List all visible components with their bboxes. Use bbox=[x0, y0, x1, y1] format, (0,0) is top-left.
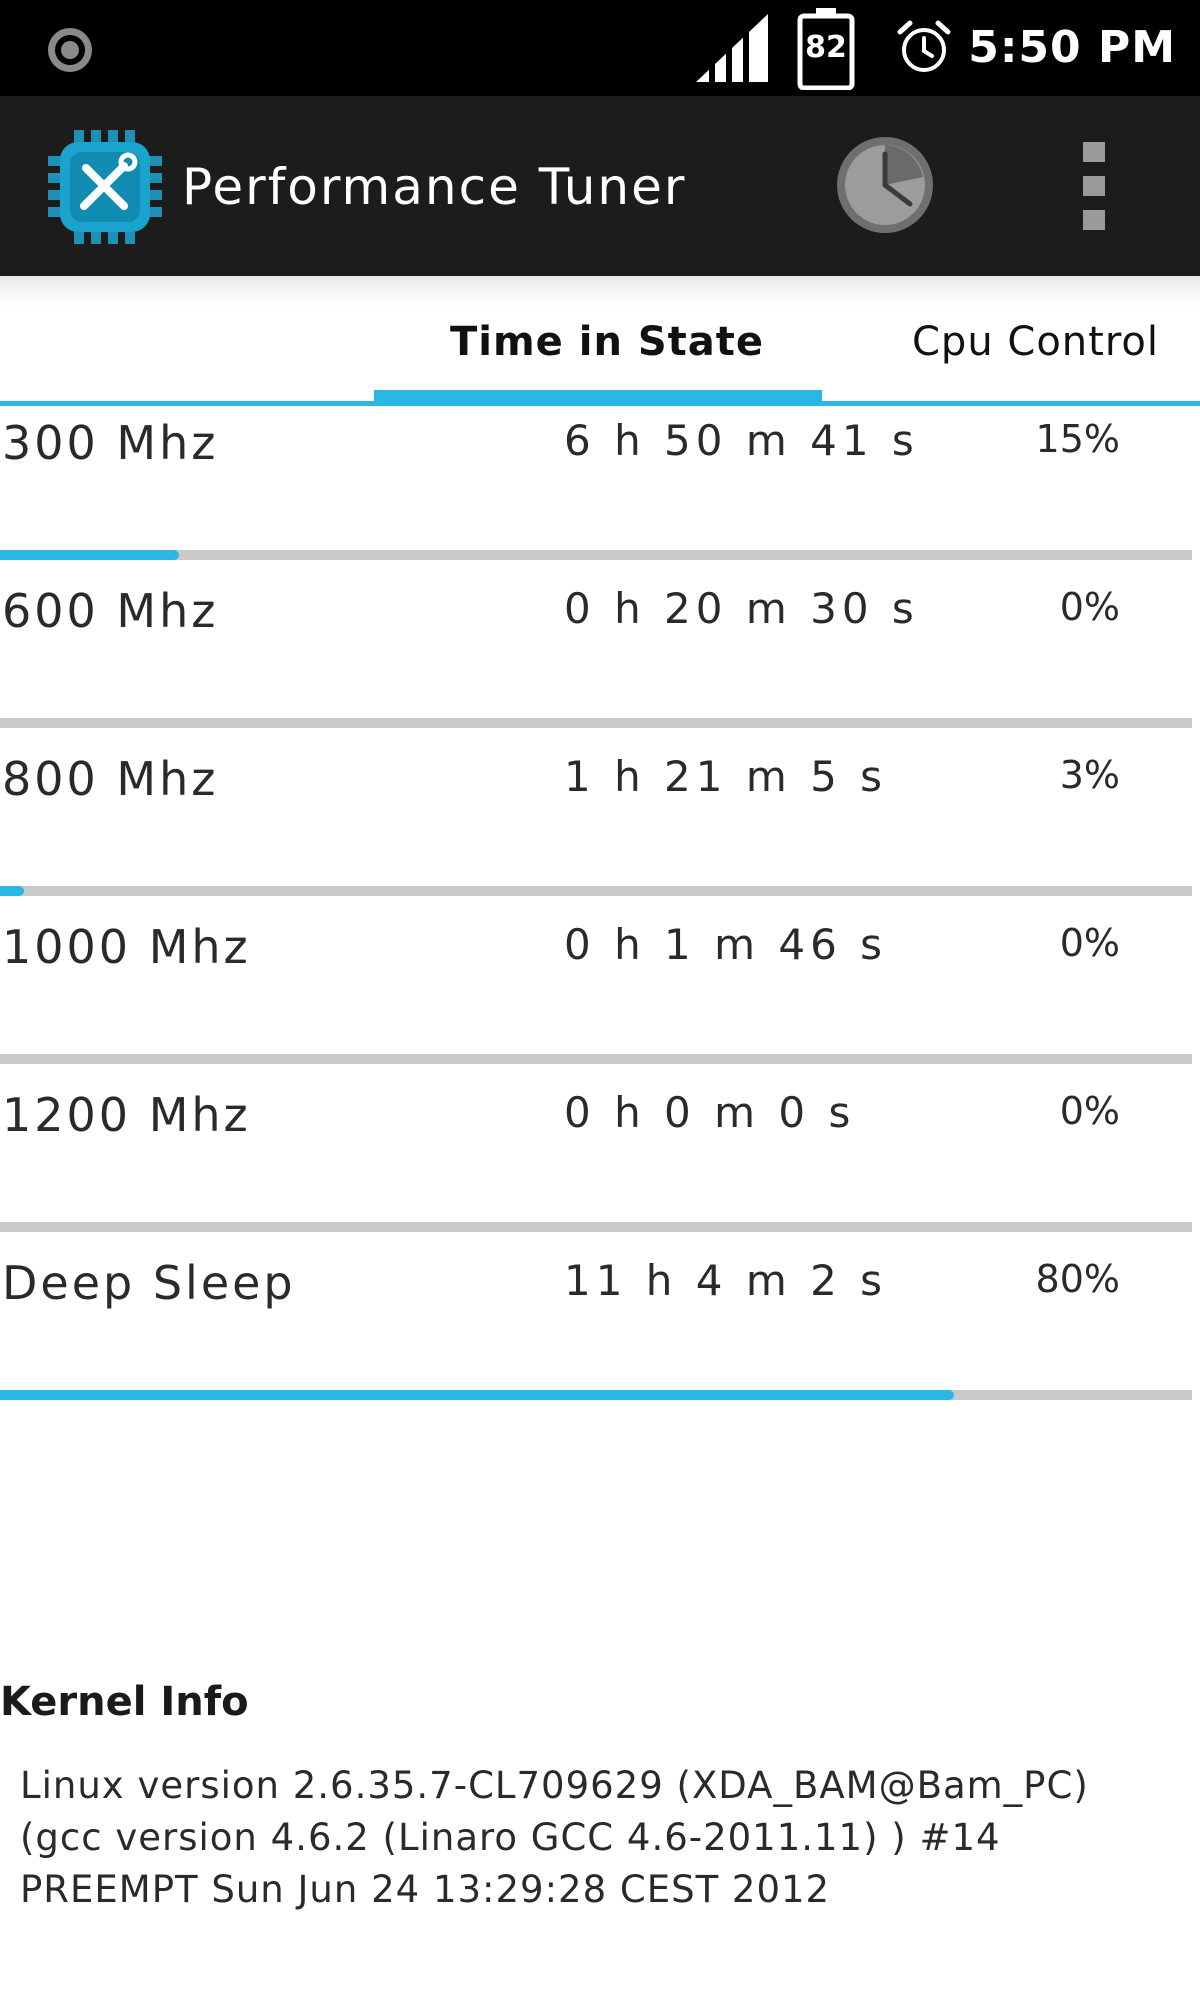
state-progress-bar bbox=[0, 718, 1192, 728]
state-percent: 80% bbox=[1035, 1257, 1120, 1301]
status-time: 5:50 PM bbox=[968, 22, 1176, 73]
battery-level: 82 bbox=[805, 30, 847, 65]
time-in-state-list: 300 Mhz 6 h 50 m 41 s 15% 600 Mhz 0 h 20… bbox=[0, 406, 1200, 1414]
state-progress-bar bbox=[0, 886, 1192, 896]
signal-icon bbox=[696, 14, 768, 82]
state-row-300-mhz: 300 Mhz 6 h 50 m 41 s 15% bbox=[0, 406, 1200, 574]
tab-strip: Time in State Cpu Control bbox=[0, 276, 1200, 406]
state-progress-bar bbox=[0, 1054, 1192, 1064]
state-progress-fill bbox=[0, 886, 24, 896]
tab-cpu-control[interactable]: Cpu Control bbox=[912, 316, 1159, 368]
state-name: 1000 Mhz bbox=[2, 920, 251, 974]
state-name: 1200 Mhz bbox=[2, 1088, 251, 1142]
state-name: 300 Mhz bbox=[2, 416, 219, 470]
state-percent: 0% bbox=[1059, 1089, 1120, 1133]
kernel-info-text: Linux version 2.6.35.7-CL709629 (XDA_BAM… bbox=[20, 1764, 1089, 1911]
state-time: 1 h 21 m 5 s bbox=[564, 752, 888, 801]
state-progress-bar bbox=[0, 1390, 1192, 1400]
state-time: 6 h 50 m 41 s bbox=[564, 416, 919, 465]
state-time: 0 h 20 m 30 s bbox=[564, 584, 919, 633]
tab-selected-indicator bbox=[374, 390, 822, 406]
action-bar: Performance Tuner bbox=[0, 96, 1200, 276]
state-time: 0 h 0 m 0 s bbox=[564, 1088, 856, 1137]
state-progress-fill bbox=[0, 550, 179, 560]
state-row-1200-mhz: 1200 Mhz 0 h 0 m 0 s 0% bbox=[0, 1078, 1200, 1246]
clock-icon[interactable] bbox=[832, 132, 938, 238]
kernel-info-title: Kernel Info bbox=[0, 1679, 249, 1725]
state-time: 0 h 1 m 46 s bbox=[564, 920, 888, 969]
state-name: Deep Sleep bbox=[2, 1256, 296, 1310]
state-row-600-mhz: 600 Mhz 0 h 20 m 30 s 0% bbox=[0, 574, 1200, 742]
state-row-deep-sleep: Deep Sleep 11 h 4 m 2 s 80% bbox=[0, 1246, 1200, 1414]
status-bar: 82 5:50 PM bbox=[0, 0, 1200, 96]
state-progress-bar bbox=[0, 1222, 1192, 1232]
state-name: 800 Mhz bbox=[2, 752, 219, 806]
app-logo-icon[interactable] bbox=[44, 126, 166, 248]
record-icon bbox=[48, 28, 92, 72]
state-percent: 0% bbox=[1059, 921, 1120, 965]
state-percent: 0% bbox=[1059, 585, 1120, 629]
tab-time-in-state[interactable]: Time in State bbox=[450, 316, 764, 368]
alarm-icon bbox=[897, 20, 951, 72]
state-row-1000-mhz: 1000 Mhz 0 h 1 m 46 s 0% bbox=[0, 910, 1200, 1078]
state-row-800-mhz: 800 Mhz 1 h 21 m 5 s 3% bbox=[0, 742, 1200, 910]
state-percent: 3% bbox=[1059, 753, 1120, 797]
state-name: 600 Mhz bbox=[2, 584, 219, 638]
state-progress-bar bbox=[0, 550, 1192, 560]
state-time: 11 h 4 m 2 s bbox=[564, 1256, 888, 1305]
state-progress-fill bbox=[0, 1390, 954, 1400]
more-vertical-icon[interactable] bbox=[1068, 138, 1120, 234]
state-percent: 15% bbox=[1035, 417, 1120, 461]
app-title: Performance Tuner bbox=[182, 158, 687, 216]
